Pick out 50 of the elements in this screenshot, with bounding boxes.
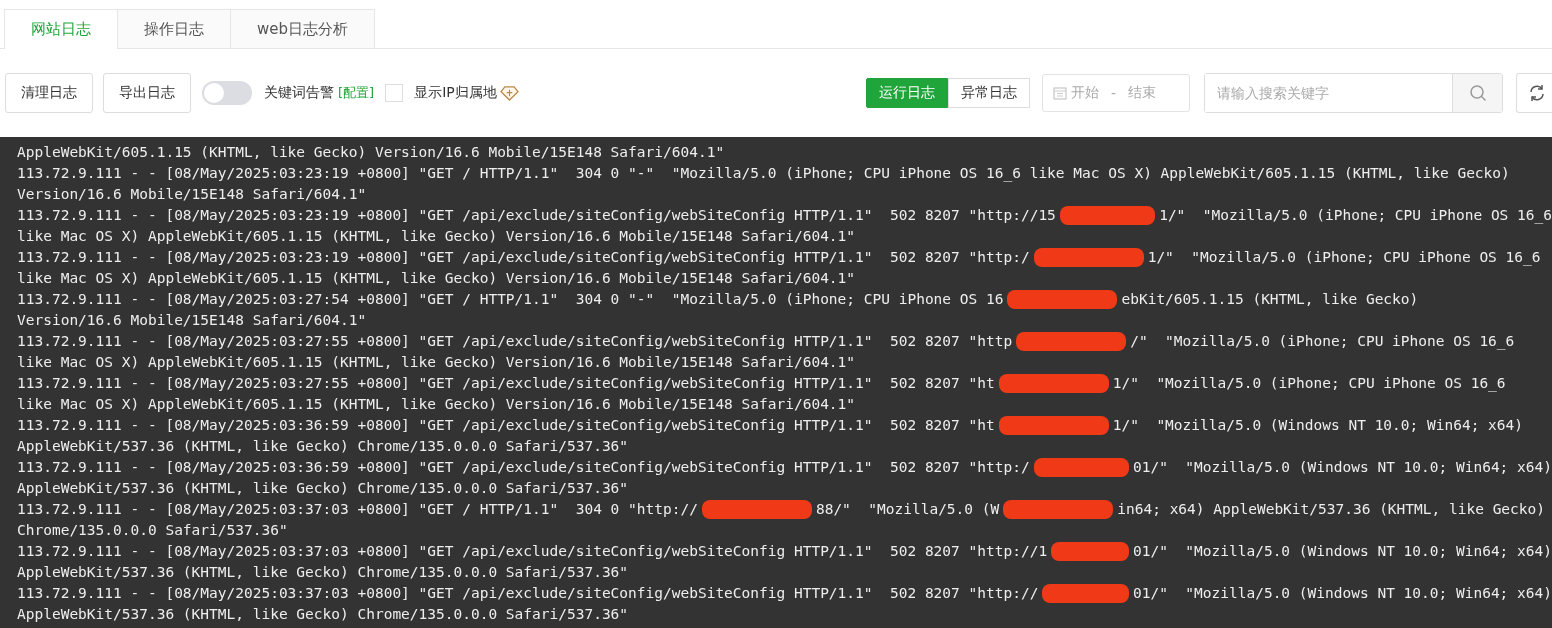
search-field[interactable]: 请输入搜索关键字 [1204, 73, 1503, 113]
log-text: AppleWebKit/537.36 (KHTML, like Gecko) Chrome/135.0.0.0 Safari/537.36" [17, 563, 629, 582]
log-text: 01/" "Mozilla/5.0 (Windows NT 10.0; Win64; x64) [1132, 584, 1552, 603]
log-text: 01/" "Mozilla/5.0 (Windows NT 10.0; Win64; x64) [1132, 458, 1552, 477]
log-text: AppleWebKit/537.36 (KHTML, like Gecko) Chrome/135.0.0.0 Safari/537.36" [17, 437, 629, 456]
log-text: 113.72.9.111 - - [08/May/2025:03:37:03 +0800] "GET / HTTP/1.1" 304 0 "http:// [17, 500, 698, 519]
refresh-icon [1527, 84, 1546, 102]
log-text: AppleWebKit/537.36 (KHTML, like Gecko) Chrome/135.0.0.0 Safari/537.36" [17, 605, 629, 624]
log-text: /" "Mozilla/5.0 (iPhone; CPU iPhone OS 16_6 [1130, 332, 1515, 352]
log-text: 88/" "Mozilla/5.0 (W [815, 500, 1000, 519]
log-text: AppleWebKit/605.1.15 (KHTML, like Gecko) Version/16.6 Mobile/15E148 Safari/604.1" [17, 143, 725, 162]
toolbar-button[interactable]: 导出日志 [103, 73, 191, 113]
checkbox[interactable] [385, 84, 404, 102]
log-text: 113.72.9.111 - - [08/May/2025:03:27:54 +0800] "GET / HTTP/1.1" 304 0 "-" "Mozilla/5.0 (iPhone; CPU iPhone OS 16 [17, 290, 1004, 309]
log-text: 01/" "Mozilla/5.0 (Windows NT 10.0; Win64; x64) [1132, 542, 1552, 561]
tab[interactable]: 操作日志 [118, 9, 231, 48]
keyword-alert-label: 关键词告警 [264, 84, 334, 102]
log-text: 113.72.9.111 - - [08/May/2025:03:36:59 +0800] "GET /api/exclude/siteConfig/webSiteConfig HTTP/1.1" 502 8207 "ht [17, 416, 995, 435]
log-text: 1/" "Mozilla/5.0 (Windows NT 10.0; Win64; x64) [1112, 416, 1524, 435]
refresh-button[interactable] [1516, 73, 1552, 113]
log-text: 113.72.9.111 - - [08/May/2025:03:37:03 +0800] "GET /api/exclude/siteConfig/webSiteConfig HTTP/1.1" 502 8207 "http:// [17, 584, 1039, 603]
log-text: ebKit/605.1.15 (KHTML, like Gecko) [1121, 290, 1419, 309]
log-text: 1/" "Mozilla/5.0 (iPhone; CPU iPhone OS 16_6 [1147, 248, 1541, 268]
log-type-tab[interactable]: 异常日志 [948, 78, 1030, 108]
log-text: AppleWebKit/537.36 (KHTML, like Gecko) Chrome/135.0.0.0 Safari/537.36" [17, 479, 629, 498]
log-text: like Mac OS X) AppleWebKit/605.1.15 (KHTML, like Gecko) Version/16.6 Mobile/15E148 Safari/604.1" [17, 353, 856, 372]
log-text: 113.72.9.111 - - [08/May/2025:03:37:03 +0800] "GET /api/exclude/siteConfig/webSiteConfig HTTP/1.1" 502 8207 "http://1 [17, 542, 1048, 561]
log-text: like Mac OS X) AppleWebKit/605.1.15 (KHTML, like Gecko) Version/16.6 Mobile/15E148 Safari/604.1" [17, 269, 856, 288]
log-text: Chrome/135.0.0.0 Safari/537.36" [17, 521, 288, 540]
toolbar-button[interactable]: 清理日志 [5, 73, 93, 113]
log-text: 113.72.9.111 - - [08/May/2025:03:27:55 +0800] "GET /api/exclude/siteConfig/webSiteConfig HTTP/1.1" 502 8207 "http [17, 332, 1013, 351]
log-text: 113.72.9.111 - - [08/May/2025:03:23:19 +0800] "GET / HTTP/1.1" 304 0 "-" "Mozilla/5.0 (iPhone; CPU iPhone OS 16_6 like Mac OS X) AppleWebKit/605.1.15 (KHTML, like Gecko) [17, 164, 1510, 184]
log-text: like Mac OS X) AppleWebKit/605.1.15 (KHTML, like Gecko) Version/16.6 Mobile/15E148 Safari/604.1" [17, 227, 856, 246]
log-text: Version/16.6 Mobile/15E148 Safari/604.1" [17, 311, 367, 330]
log-text: 1/" "Mozilla/5.0 (iPhone; CPU iPhone OS 16_6 [1159, 206, 1552, 226]
log-text: 113.72.9.111 - - [08/May/2025:03:23:19 +0800] "GET /api/exclude/siteConfig/webSiteConfig HTTP/1.1" 502 8207 "http://15 [17, 206, 1056, 225]
log-text: 1/" "Mozilla/5.0 (iPhone; CPU iPhone OS 16_6 [1112, 374, 1506, 394]
tab[interactable]: web日志分析 [231, 9, 376, 48]
log-text: 113.72.9.111 - - [08/May/2025:03:27:55 +0800] "GET /api/exclude/siteConfig/webSiteConfig HTTP/1.1" 502 8207 "ht [17, 374, 995, 393]
log-text: 113.72.9.111 - - [08/May/2025:03:23:19 +0800] "GET /api/exclude/siteConfig/webSiteConfig HTTP/1.1" 502 8207 "http:/ [17, 248, 1030, 267]
show-ip-location-label: 显示IP归属地 [414, 84, 497, 102]
log-text: 113.72.9.111 - - [08/May/2025:03:36:59 +0800] "GET /api/exclude/siteConfig/webSiteConfig HTTP/1.1" 502 8207 "http:/ [17, 458, 1030, 477]
log-text: in64; x64) AppleWebKit/537.36 (KHTML, like Gecko) [1117, 500, 1545, 519]
diamond-icon [499, 85, 519, 101]
log-text: like Mac OS X) AppleWebKit/605.1.15 (KHTML, like Gecko) Version/16.6 Mobile/15E148 Safari/604.1" [17, 395, 856, 414]
toggle-switch[interactable] [202, 81, 252, 105]
search-button[interactable] [1452, 74, 1502, 112]
search-icon [1468, 84, 1487, 102]
calendar-icon [1053, 86, 1067, 100]
log-text: Version/16.6 Mobile/15E148 Safari/604.1" [17, 185, 367, 204]
